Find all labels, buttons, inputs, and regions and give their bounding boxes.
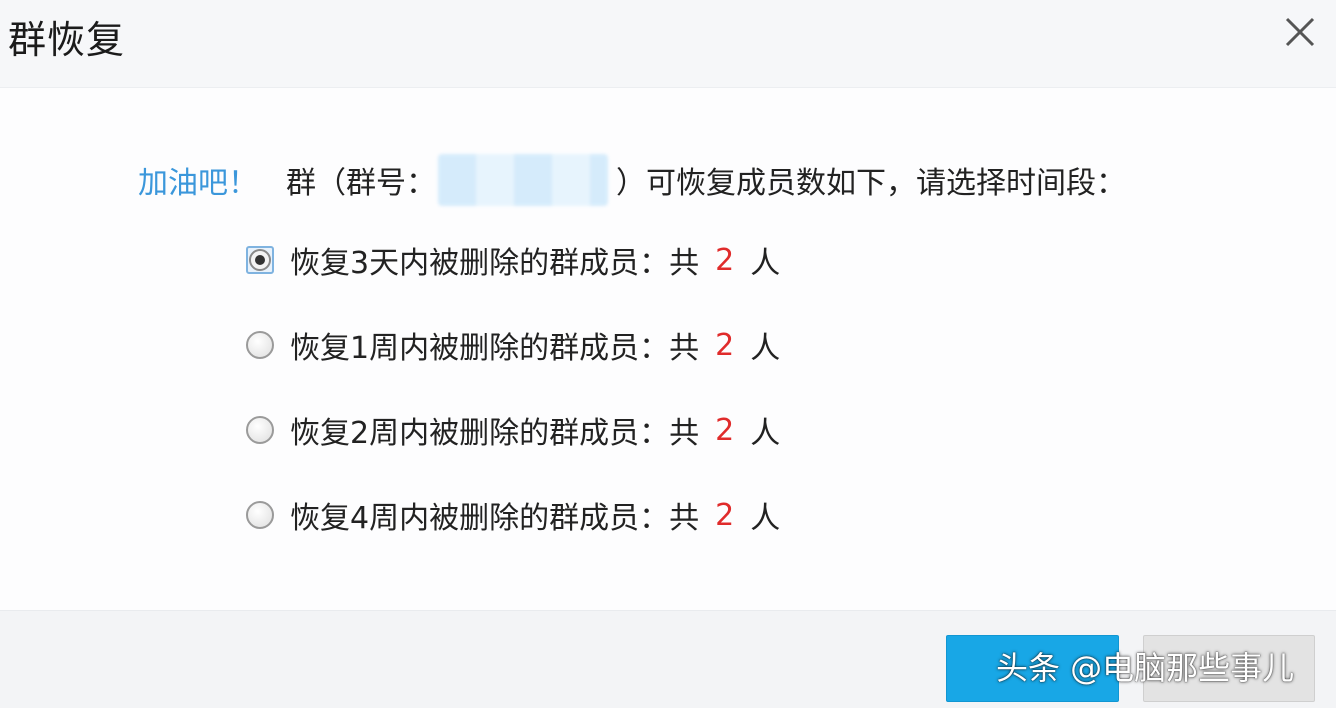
cheer-text: 加油吧！ (138, 166, 258, 201)
option-label: 恢复4周内被删除的群成员：共 (290, 501, 700, 536)
option-3-days[interactable]: 恢复3天内被删除的群成员：共 2 人 (246, 238, 780, 282)
title-bar: 群恢复 (0, 0, 1336, 88)
group-restore-dialog: 群恢复 加油吧！ 群（群号： ）可恢复成员数如下，请选择时间段： 恢复3天内被删… (0, 0, 1336, 708)
option-2-weeks[interactable]: 恢复2周内被删除的群成员：共 2 人 (246, 408, 780, 452)
option-unit: 人 (750, 246, 781, 281)
time-range-options: 恢复3天内被删除的群成员：共 2 人 恢复1周内被删除的群成员：共 2 人 恢复… (246, 238, 780, 578)
option-unit: 人 (750, 416, 781, 451)
intro-text-before: 群（群号： (286, 166, 436, 201)
intro-line: 加油吧！ 群（群号： ）可恢复成员数如下，请选择时间段： (138, 154, 1126, 206)
option-label: 恢复3天内被删除的群成员：共 (290, 246, 700, 281)
cancel-button[interactable] (1143, 635, 1315, 702)
option-count: 2 (715, 242, 735, 278)
dialog-title: 群恢复 (8, 18, 126, 62)
intro-text-after: ）可恢复成员数如下，请选择时间段： (616, 166, 1126, 201)
option-label: 恢复2周内被删除的群成员：共 (290, 416, 700, 451)
radio-ring (249, 249, 271, 271)
option-count: 2 (715, 327, 735, 363)
option-unit: 人 (750, 501, 781, 536)
option-4-weeks[interactable]: 恢复4周内被删除的群成员：共 2 人 (246, 493, 780, 537)
radio-icon[interactable] (246, 416, 274, 444)
group-number-redacted (438, 154, 608, 206)
confirm-button[interactable] (946, 635, 1119, 702)
radio-selected-icon[interactable] (246, 246, 274, 274)
close-icon[interactable] (1282, 14, 1318, 50)
radio-icon[interactable] (246, 501, 274, 529)
dialog-body: 加油吧！ 群（群号： ）可恢复成员数如下，请选择时间段： 恢复3天内被删除的群成… (0, 88, 1336, 610)
close-icon-glyph (1285, 17, 1315, 47)
radio-icon[interactable] (246, 331, 274, 359)
option-count: 2 (715, 412, 735, 448)
option-count: 2 (715, 497, 735, 533)
option-1-week[interactable]: 恢复1周内被删除的群成员：共 2 人 (246, 323, 780, 367)
dialog-footer (0, 610, 1336, 708)
radio-dot (255, 255, 265, 265)
option-label: 恢复1周内被删除的群成员：共 (290, 331, 700, 366)
option-unit: 人 (750, 331, 781, 366)
